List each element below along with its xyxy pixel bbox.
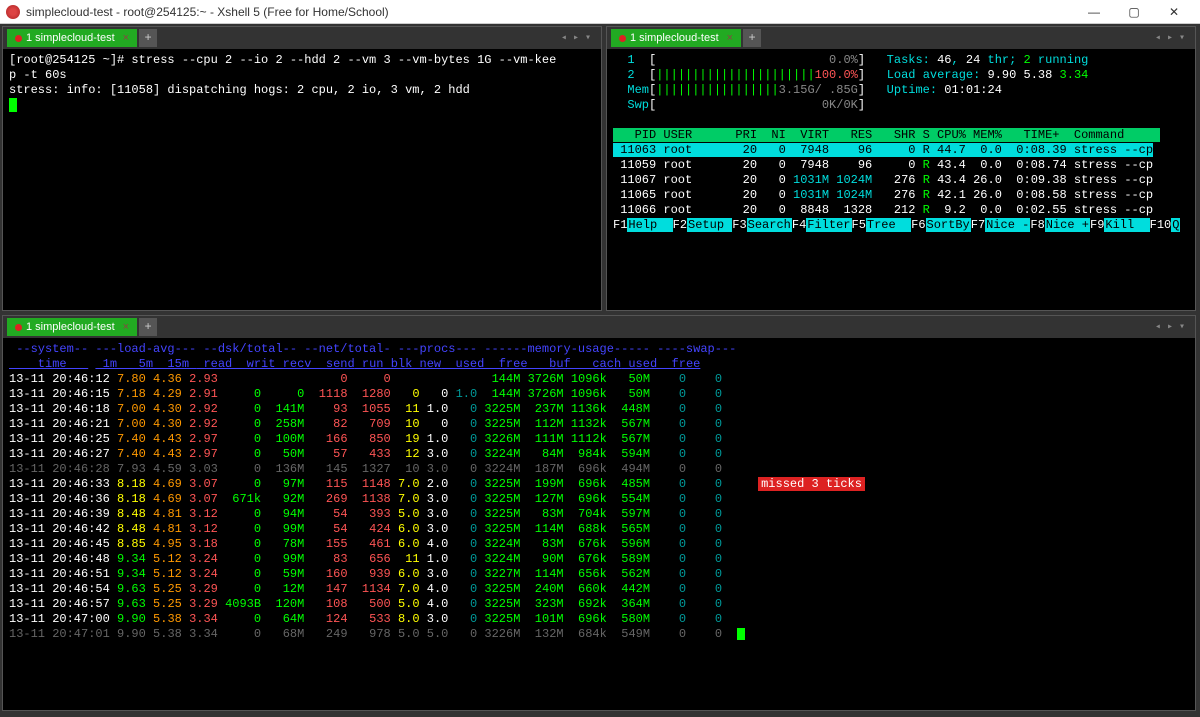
close-icon[interactable]: × — [123, 32, 129, 44]
tab-terminal-2[interactable]: 1 simplecloud-test × — [611, 29, 741, 47]
tab-row-2: 1 simplecloud-test × + ◂ ▸ ▾ — [607, 27, 1195, 49]
tab-row-3: 1 simplecloud-test × + ◂ ▸ ▾ — [3, 316, 1195, 338]
tab-terminal-1[interactable]: 1 simplecloud-test × — [7, 29, 137, 47]
terminal-3-panel: 1 simplecloud-test × + ◂ ▸ ▾ --system-- … — [2, 315, 1196, 711]
htop-output[interactable]: 1 [ 0.0%] Tasks: 46, 24 thr; 2 running 2… — [607, 49, 1195, 310]
maximize-button[interactable]: ▢ — [1114, 5, 1154, 19]
close-button[interactable]: ✕ — [1154, 5, 1194, 19]
tab-label: 1 simplecloud-test — [26, 321, 115, 333]
status-dot-icon — [619, 35, 626, 42]
add-tab-button[interactable]: + — [139, 29, 157, 47]
status-dot-icon — [15, 324, 22, 331]
tab-nav-arrows[interactable]: ◂ ▸ ▾ — [561, 32, 597, 44]
terminal-2-panel: 1 simplecloud-test × + ◂ ▸ ▾ 1 [ 0.0%] T… — [606, 26, 1196, 311]
tab-terminal-3[interactable]: 1 simplecloud-test × — [7, 318, 137, 336]
status-dot-icon — [15, 35, 22, 42]
close-icon[interactable]: × — [727, 32, 733, 44]
tab-label: 1 simplecloud-test — [630, 32, 719, 44]
minimize-button[interactable]: — — [1074, 5, 1114, 19]
close-icon[interactable]: × — [123, 321, 129, 333]
tab-nav-arrows[interactable]: ◂ ▸ ▾ — [1155, 32, 1191, 44]
tab-label: 1 simplecloud-test — [26, 32, 115, 44]
tab-nav-arrows[interactable]: ◂ ▸ ▾ — [1155, 321, 1191, 333]
cursor-icon — [9, 98, 17, 112]
tab-row-1: 1 simplecloud-test × + ◂ ▸ ▾ — [3, 27, 601, 49]
add-tab-button[interactable]: + — [139, 318, 157, 336]
window-title: simplecloud-test - root@254125:~ - Xshel… — [26, 5, 1074, 19]
dstat-output[interactable]: --system-- ---load-avg--- --dsk/total-- … — [3, 338, 1195, 710]
window-titlebar: simplecloud-test - root@254125:~ - Xshel… — [0, 0, 1200, 24]
app-icon — [6, 5, 20, 19]
terminal-1-output[interactable]: [root@254125 ~]# stress --cpu 2 --io 2 -… — [3, 49, 601, 310]
terminal-1-panel: 1 simplecloud-test × + ◂ ▸ ▾ [root@25412… — [2, 26, 602, 311]
add-tab-button[interactable]: + — [743, 29, 761, 47]
